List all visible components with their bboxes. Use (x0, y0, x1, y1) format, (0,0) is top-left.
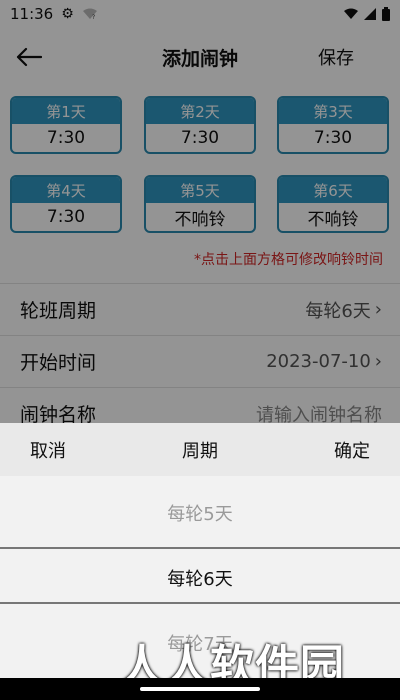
picker-selection-line-top (0, 547, 400, 549)
picker-cancel-button[interactable]: 取消 (30, 437, 66, 463)
home-indicator[interactable] (140, 687, 260, 691)
picker-option-selected[interactable]: 每轮6天 (0, 565, 400, 591)
picker-toolbar: 取消 周期 确定 (0, 423, 400, 476)
modal-overlay[interactable] (0, 0, 400, 423)
picker-selection-line-bottom (0, 602, 400, 604)
picker-title: 周期 (182, 440, 218, 462)
picker-confirm-button[interactable]: 确定 (334, 437, 370, 463)
system-nav-bar (0, 678, 400, 700)
picker-option[interactable]: 每轮5天 (0, 500, 400, 526)
